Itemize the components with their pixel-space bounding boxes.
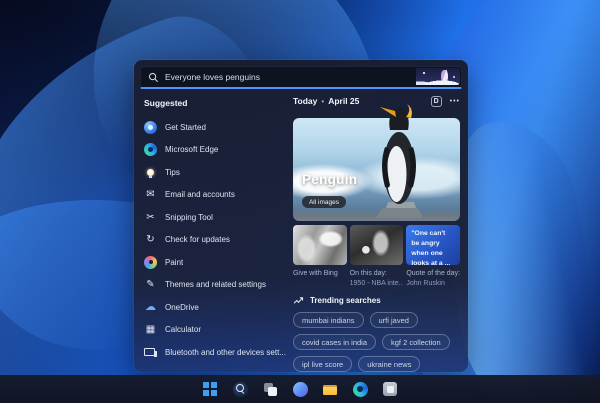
mini-penguin-icon — [441, 70, 448, 82]
date-separator: • — [321, 96, 325, 106]
give-with-bing-card[interactable]: Give with Bing — [292, 225, 347, 289]
widgets-icon — [292, 381, 308, 397]
sidebar-item-label: Paint — [165, 257, 184, 267]
penguin-image — [376, 103, 423, 218]
caption-line: Quote of the day: — [406, 270, 460, 278]
penguin-hero-card[interactable]: Penguin All images — [292, 103, 460, 222]
suggested-header: Suggested — [144, 98, 188, 108]
sidebar-item-calculator[interactable]: ▦ Calculator — [144, 319, 286, 342]
card-caption: Give with Bing — [293, 269, 347, 279]
caption-line: On this day: — [349, 270, 387, 278]
cards-row: Give with Bing On this day: 1950 - NBA i… — [292, 225, 460, 289]
sidebar-item-label: Bluetooth and other devices sett... — [165, 347, 286, 357]
trending-pill[interactable]: ukraine news — [358, 356, 421, 372]
task-view-button[interactable] — [262, 381, 279, 398]
sidebar-item-label: Check for updates — [165, 235, 230, 245]
app-icon — [383, 382, 397, 396]
hero-title: Penguin — [301, 172, 358, 188]
panel-body: Suggested Get Started Microsoft Edge Tip… — [134, 89, 468, 372]
quote-text: "One can't be angry when one looks at a … — [411, 230, 451, 266]
sidebar-item-email-accounts[interactable]: ✉ Email and accounts — [144, 184, 286, 207]
d-badge-icon[interactable]: D — [430, 95, 442, 107]
file-explorer-button[interactable] — [322, 381, 339, 398]
quote-of-the-day-card[interactable]: "One can't be angry when one looks at a … — [406, 225, 460, 289]
give-with-bing-image — [292, 225, 347, 266]
tips-icon — [144, 166, 157, 179]
caption-subline: 1950 - NBA inte... — [349, 280, 404, 288]
sidebar-item-snipping-tool[interactable]: ✂ Snipping Tool — [144, 206, 286, 229]
snipping-tool-icon: ✂ — [146, 211, 155, 223]
email-icon: ✉ — [146, 189, 155, 201]
sidebar-item-check-updates[interactable]: ↻ Check for updates — [144, 229, 286, 252]
widgets-button[interactable] — [292, 381, 309, 398]
caption-subline: John Ruskin — [406, 280, 445, 288]
windows-logo-icon — [202, 381, 218, 397]
search-icon — [232, 381, 248, 397]
sidebar-item-label: Themes and related settings — [165, 280, 266, 290]
more-options-icon[interactable]: ••• — [450, 98, 460, 105]
trending-arrow-icon — [293, 297, 304, 304]
on-this-day-image — [349, 225, 404, 266]
sidebar-item-label: Tips — [165, 167, 180, 177]
trending-pills: mumbai indians urfi javed covid cases in… — [292, 312, 460, 372]
trending-pill[interactable]: kgf 2 collection — [382, 334, 450, 350]
all-images-badge[interactable]: All images — [301, 196, 346, 209]
start-button[interactable] — [202, 381, 219, 398]
on-this-day-card[interactable]: On this day: 1950 - NBA inte... — [349, 225, 404, 289]
check-updates-icon: ↻ — [146, 234, 155, 246]
card-caption: On this day: 1950 - NBA inte... — [350, 269, 404, 289]
search-flyout-panel: Suggested Get Started Microsoft Edge Tip… — [134, 60, 468, 372]
edge-button[interactable] — [352, 381, 369, 398]
sidebar-item-themes[interactable]: ✎ Themes and related settings — [144, 274, 286, 297]
onedrive-icon: ☁ — [145, 300, 156, 313]
sidebar-item-label: Microsoft Edge — [165, 145, 219, 155]
taskbar-search-button[interactable] — [232, 381, 249, 398]
edge-icon — [352, 381, 368, 397]
app-button[interactable] — [382, 381, 399, 398]
sidebar-item-microsoft-edge[interactable]: Microsoft Edge — [144, 139, 286, 162]
sidebar-item-label: Email and accounts — [165, 190, 235, 200]
get-started-icon — [144, 120, 157, 134]
sidebar-item-tips[interactable]: Tips — [144, 161, 286, 184]
suggested-sidebar: Suggested Get Started Microsoft Edge Tip… — [134, 89, 290, 372]
taskbar — [0, 375, 600, 403]
search-icon — [148, 72, 159, 82]
trending-pill[interactable]: mumbai indians — [292, 312, 364, 328]
sidebar-item-bluetooth-devices[interactable]: Bluetooth and other devices sett... — [144, 341, 286, 364]
trending-pill[interactable]: ipl live score — [292, 356, 353, 372]
quote-image: "One can't be angry when one looks at a … — [406, 225, 460, 266]
sidebar-item-label: Get Started — [165, 122, 206, 132]
date-label: April 25 — [328, 96, 360, 107]
sidebar-item-label: Calculator — [165, 325, 202, 335]
search-bar[interactable] — [140, 66, 462, 89]
themes-icon: ✎ — [146, 279, 155, 291]
calculator-icon: ▦ — [145, 324, 156, 336]
sidebar-item-label: Snipping Tool — [165, 212, 213, 222]
trending-pill[interactable]: urfi javed — [369, 312, 418, 328]
trending-title: Trending searches — [309, 296, 381, 305]
search-box-penguin-illustration — [416, 68, 460, 85]
sidebar-item-get-started[interactable]: Get Started — [144, 116, 286, 139]
today-label: Today — [292, 96, 318, 107]
trending-pill[interactable]: covid cases in india — [292, 334, 377, 350]
bing-content: Today • April 25 D ••• Penguin All image… — [290, 89, 468, 372]
edge-icon — [144, 143, 157, 157]
caption-line: Give with Bing — [292, 270, 338, 278]
sidebar-item-label: OneDrive — [165, 302, 199, 312]
sidebar-item-paint[interactable]: Paint — [144, 251, 286, 274]
card-caption: Quote of the day: John Ruskin — [406, 269, 460, 289]
paint-icon — [144, 255, 157, 269]
sidebar-item-onedrive[interactable]: ☁ OneDrive — [144, 296, 286, 319]
trending-header: Trending searches — [293, 296, 460, 305]
bluetooth-devices-icon — [144, 346, 157, 359]
